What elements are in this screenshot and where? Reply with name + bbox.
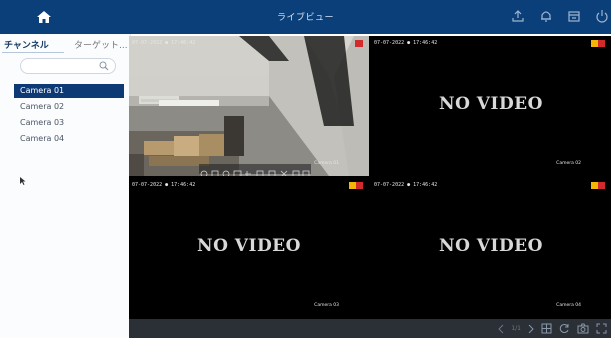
export-icon[interactable] xyxy=(511,8,525,24)
bottom-toolbar: 1/1 xyxy=(129,319,611,338)
camera-item-04[interactable]: Camera 04 xyxy=(14,132,124,146)
tab-underline xyxy=(2,52,64,53)
no-video-label: NO VIDEO xyxy=(439,94,543,114)
no-video-label: NO VIDEO xyxy=(197,236,301,256)
camera-item-03[interactable]: Camera 03 xyxy=(14,116,124,130)
camera-item-02[interactable]: Camera 02 xyxy=(14,100,124,114)
camera-list: Camera 01 Camera 02 Camera 03 Camera 04 xyxy=(14,84,124,148)
sidebar-tabs: チャンネル ターゲット... xyxy=(0,36,130,53)
camera-settings-icon[interactable] xyxy=(577,323,589,334)
prev-page-icon[interactable] xyxy=(498,324,504,334)
no-video-label: NO VIDEO xyxy=(439,236,543,256)
search-input[interactable] xyxy=(20,58,116,74)
grid-layout-icon[interactable] xyxy=(541,323,552,334)
power-icon[interactable] xyxy=(595,8,609,24)
tile-toolbar xyxy=(199,164,311,176)
motion-recording-icon xyxy=(591,40,605,47)
camera-label: Camera 02 xyxy=(556,161,581,166)
tab-targets[interactable]: ターゲット... xyxy=(74,38,128,51)
motion-recording-icon xyxy=(591,182,605,189)
timestamp: 07-07-2022 ● 17:46:42 xyxy=(132,182,196,188)
live-view-grid: 07-07-2022 ● 17:46:42 Camera 01 07-07-20… xyxy=(129,36,611,319)
sidebar: チャンネル ターゲット... xyxy=(0,34,131,338)
archive-icon[interactable] xyxy=(567,8,581,24)
motion-recording-icon xyxy=(349,182,363,189)
top-bar: ライブビュー xyxy=(0,0,611,34)
timestamp: 07-07-2022 ● 17:46:42 xyxy=(132,40,196,46)
top-toolbar xyxy=(511,8,611,26)
tab-channels[interactable]: チャンネル xyxy=(4,38,49,51)
camera-label: Camera 01 xyxy=(314,161,339,166)
refresh-icon[interactable] xyxy=(559,323,570,334)
mouse-pointer-icon xyxy=(20,177,26,185)
camera-tile-04[interactable]: 07-07-2022 ● 17:46:42 NO VIDEO Camera 04 xyxy=(371,178,611,318)
camera-label: Camera 03 xyxy=(314,303,339,308)
camera-label: Camera 04 xyxy=(556,303,581,308)
page-indicator: 1/1 xyxy=(511,325,521,332)
next-page-icon[interactable] xyxy=(528,324,534,334)
bell-icon[interactable] xyxy=(539,8,553,24)
camera-tile-01[interactable]: 07-07-2022 ● 17:46:42 Camera 01 xyxy=(129,36,369,176)
recording-icon xyxy=(355,40,363,47)
camera-01-feed xyxy=(129,36,369,176)
camera-item-01[interactable]: Camera 01 xyxy=(14,84,124,98)
camera-tile-03[interactable]: 07-07-2022 ● 17:46:42 NO VIDEO Camera 03 xyxy=(129,178,369,318)
search-icon[interactable] xyxy=(99,61,109,71)
timestamp: 07-07-2022 ● 17:46:42 xyxy=(374,182,438,188)
timestamp: 07-07-2022 ● 17:46:42 xyxy=(374,40,438,46)
camera-tile-02[interactable]: 07-07-2022 ● 17:46:42 NO VIDEO Camera 02 xyxy=(371,36,611,176)
fullscreen-icon[interactable] xyxy=(596,323,607,334)
